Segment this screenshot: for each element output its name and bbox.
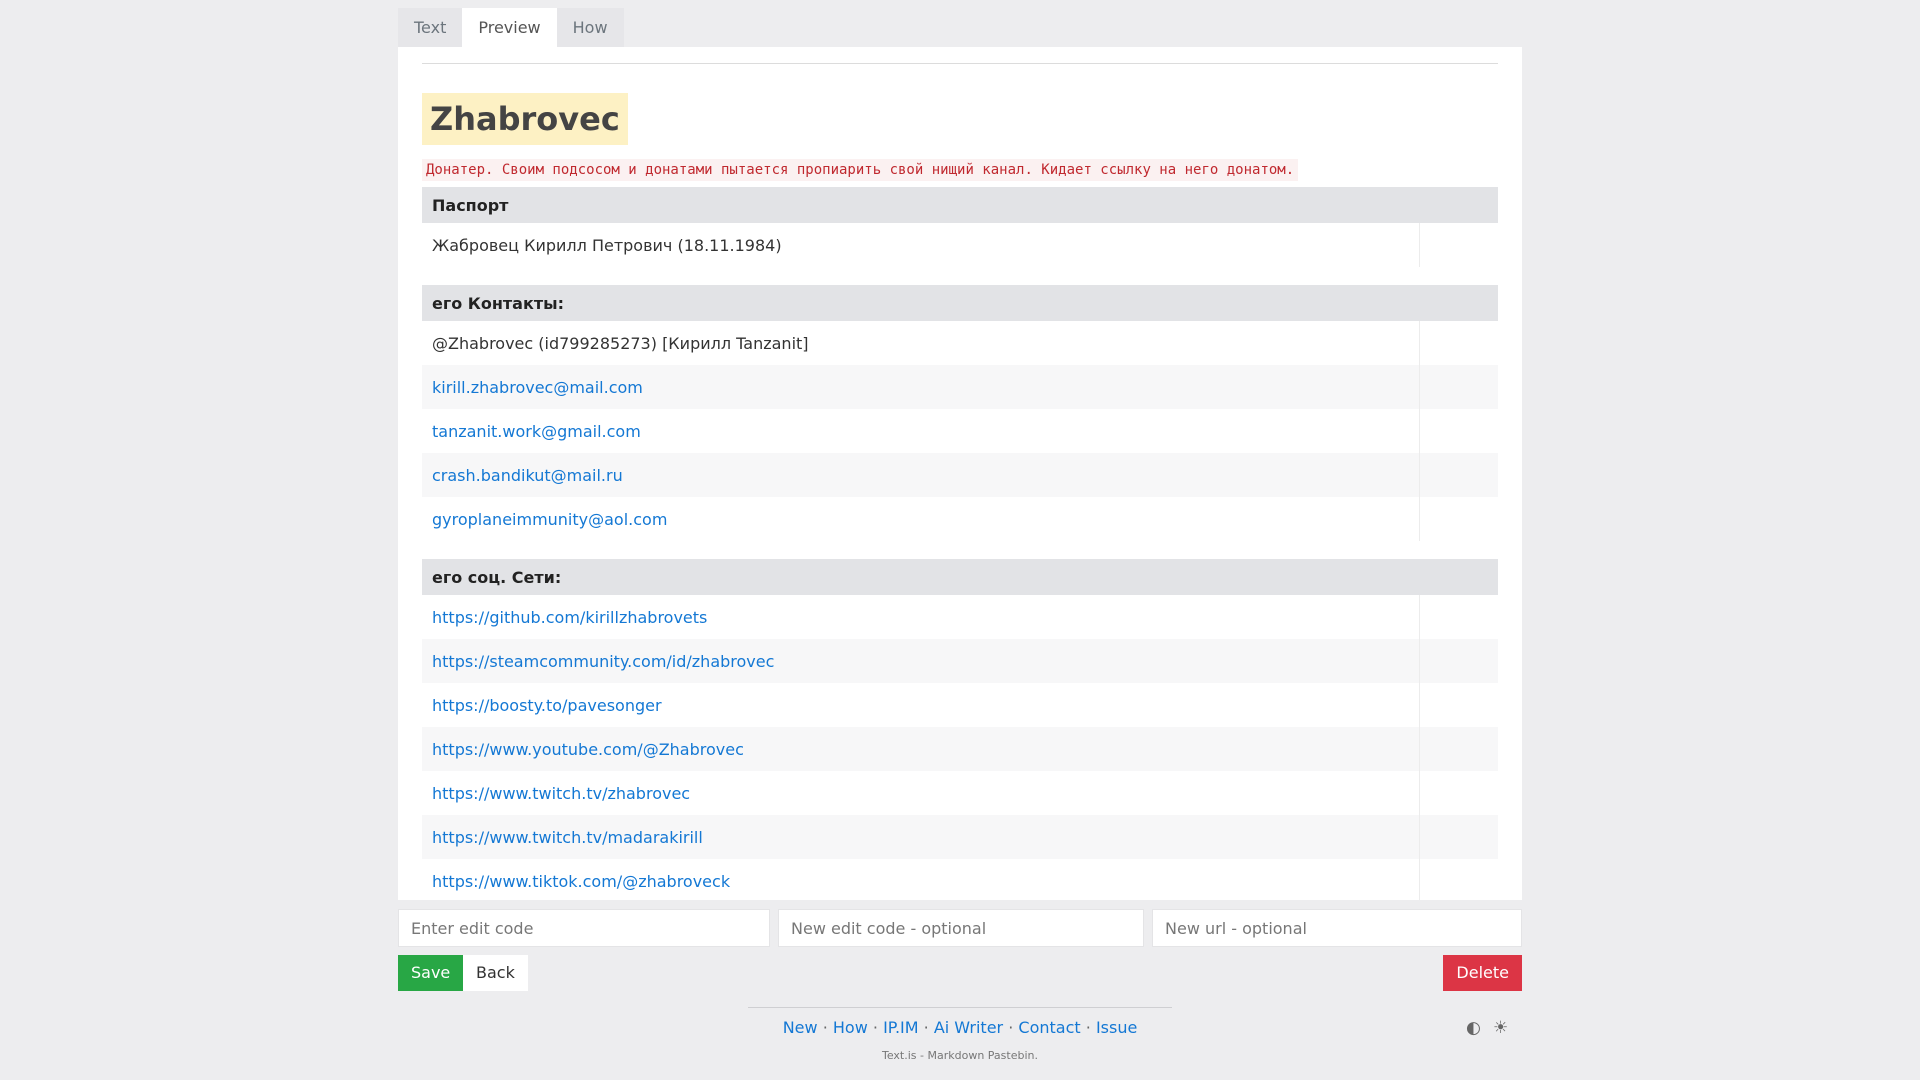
footer-nav: New · How · IP.IM · Ai Writer · Contact …: [0, 1018, 1920, 1037]
edit-code-input[interactable]: [398, 909, 770, 947]
footer-link-new[interactable]: New: [783, 1018, 818, 1037]
table-row: https://www.youtube.com/@Zhabrovec: [422, 727, 1498, 771]
edit-inputs: [398, 909, 1522, 947]
paste-container: Text Preview How Zhabrovec Донатер. Свои…: [398, 8, 1522, 900]
table-row: https://boosty.to/pavesonger: [422, 683, 1498, 727]
contrast-icon[interactable]: ◐: [1466, 1018, 1481, 1038]
social-link[interactable]: https://www.twitch.tv/zhabrovec: [432, 784, 690, 803]
table-row: https://www.twitch.tv/zhabrovec: [422, 771, 1498, 815]
footer-link-contact[interactable]: Contact: [1018, 1018, 1080, 1037]
back-button[interactable]: Back: [463, 955, 528, 991]
table-row: https://www.twitch.tv/madarakirill: [422, 815, 1498, 859]
preview-content: Zhabrovec Донатер. Своим подсосом и дона…: [422, 93, 1498, 900]
separator: ·: [822, 1018, 828, 1037]
table-row: crash.bandikut@mail.ru: [422, 453, 1498, 497]
tab-text[interactable]: Text: [398, 8, 463, 47]
sun-icon[interactable]: ☀: [1493, 1018, 1508, 1038]
description-note: Донатер. Своим подсосом и донатами пытае…: [422, 159, 1299, 181]
table-row: gyroplaneimmunity@aol.com: [422, 497, 1498, 541]
footer-link-how[interactable]: How: [833, 1018, 868, 1037]
contacts-header: его Контакты:: [422, 285, 1498, 321]
action-buttons: Save Back Delete: [398, 955, 1522, 991]
new-edit-code-input[interactable]: [778, 909, 1144, 947]
save-button[interactable]: Save: [398, 955, 464, 991]
contact-email-link[interactable]: tanzanit.work@gmail.com: [432, 422, 641, 441]
contact-email-link[interactable]: kirill.zhabrovec@mail.com: [432, 378, 643, 397]
contact-email-link[interactable]: gyroplaneimmunity@aol.com: [432, 510, 667, 529]
page-title: Zhabrovec: [422, 93, 628, 145]
divider: [422, 63, 1498, 64]
table-row: https://steamcommunity.com/id/zhabrovec: [422, 639, 1498, 683]
footer-link-issue[interactable]: Issue: [1096, 1018, 1137, 1037]
new-url-input[interactable]: [1152, 909, 1522, 947]
table-row: tanzanit.work@gmail.com: [422, 409, 1498, 453]
separator: ·: [872, 1018, 878, 1037]
contact-email-link[interactable]: crash.bandikut@mail.ru: [432, 466, 623, 485]
contacts-table: его Контакты: @Zhabrovec (id799285273) […: [422, 285, 1498, 541]
footer-link-ipim[interactable]: IP.IM: [883, 1018, 918, 1037]
separator: ·: [1085, 1018, 1091, 1037]
table-row: kirill.zhabrovec@mail.com: [422, 365, 1498, 409]
table-row: https://www.tiktok.com/@zhabroveck: [422, 859, 1498, 900]
passport-value: Жабровец Кирилл Петрович (18.11.1984): [422, 223, 1420, 267]
separator: ·: [923, 1018, 929, 1037]
social-link[interactable]: https://www.youtube.com/@Zhabrovec: [432, 740, 744, 759]
footer-tagline: Text.is - Markdown Pastebin.: [882, 1049, 1038, 1062]
preview-panel: Zhabrovec Донатер. Своим подсосом и дона…: [398, 47, 1522, 900]
passport-table: Паспорт Жабровец Кирилл Петрович (18.11.…: [422, 187, 1498, 267]
footer-link-ai-writer[interactable]: Ai Writer: [934, 1018, 1003, 1037]
separator: ·: [1008, 1018, 1014, 1037]
table-row: @Zhabrovec (id799285273) [Кирилл Tanzani…: [422, 321, 1498, 365]
social-link[interactable]: https://github.com/kirillzhabrovets: [432, 608, 707, 627]
tab-how[interactable]: How: [556, 8, 624, 47]
social-header: его соц. Сети:: [422, 559, 1498, 595]
social-link[interactable]: https://boosty.to/pavesonger: [432, 696, 662, 715]
footer-divider: [748, 1007, 1172, 1008]
passport-header: Паспорт: [422, 187, 1498, 223]
social-link[interactable]: https://steamcommunity.com/id/zhabrovec: [432, 652, 774, 671]
social-link[interactable]: https://www.twitch.tv/madarakirill: [432, 828, 703, 847]
social-table: его соц. Сети: https://github.com/kirill…: [422, 559, 1498, 900]
tab-preview[interactable]: Preview: [462, 8, 557, 47]
contact-telegram: @Zhabrovec (id799285273) [Кирилл Tanzani…: [422, 321, 1420, 365]
delete-button[interactable]: Delete: [1443, 955, 1522, 991]
table-row: https://github.com/kirillzhabrovets: [422, 595, 1498, 639]
table-row: Жабровец Кирилл Петрович (18.11.1984): [422, 223, 1498, 267]
tab-bar: Text Preview How: [398, 8, 1522, 47]
social-link[interactable]: https://www.tiktok.com/@zhabroveck: [432, 872, 730, 891]
